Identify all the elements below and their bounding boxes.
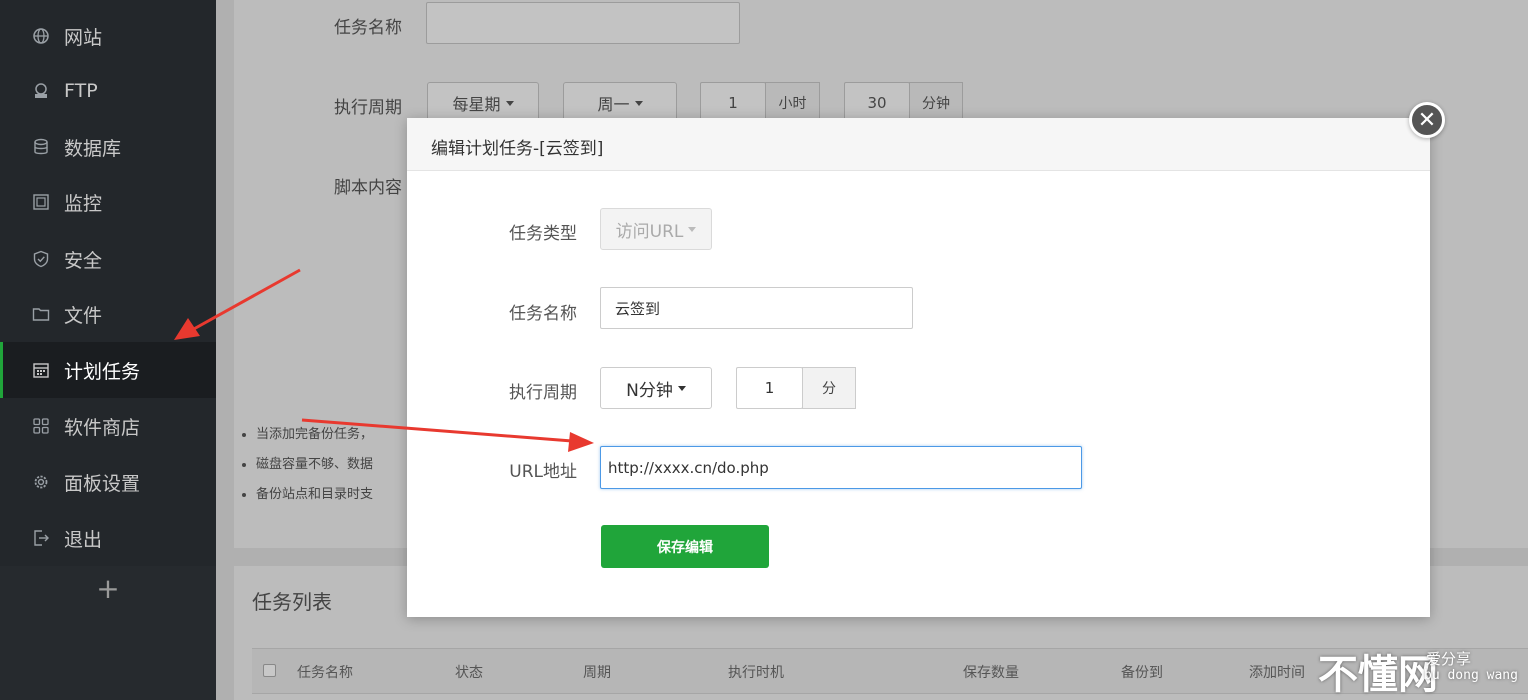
logout-icon — [32, 529, 50, 547]
sidebar-item-settings[interactable]: 面板设置 — [0, 454, 216, 510]
bg-period-type-text: 每星期 — [452, 95, 501, 114]
watermark-title: 不懂网 — [1318, 652, 1438, 698]
sidebar-menu: 网站 FTP 数据库 监控 安全 文件 计划任务 软件商店 面板设置 退出 — [0, 0, 216, 566]
task-name-input[interactable]: 云签到 — [600, 287, 913, 329]
watermark-pinyin: bu dong wang — [1424, 668, 1518, 683]
period-value-input[interactable]: 1 — [736, 367, 803, 409]
bg-task-name-input[interactable] — [426, 2, 740, 44]
note-item: 磁盘容量不够、数据 — [256, 450, 373, 480]
modal-title: 编辑计划任务-[云签到] — [431, 139, 604, 159]
col-period[interactable]: 周期 — [583, 662, 611, 682]
sidebar-item-label: 面板设置 — [64, 472, 141, 495]
bg-weekday-text: 周一 — [597, 95, 630, 114]
sidebar-item-database[interactable]: 数据库 — [0, 119, 216, 175]
calendar-icon — [32, 361, 50, 379]
bg-task-name-label: 任务名称 — [334, 18, 402, 38]
col-added-time[interactable]: 添加时间 — [1249, 662, 1305, 682]
period-value: 1 — [764, 379, 775, 397]
sidebar-item-security[interactable]: 安全 — [0, 231, 216, 287]
sidebar: 网站 FTP 数据库 监控 安全 文件 计划任务 软件商店 面板设置 退出 + — [0, 0, 216, 700]
shield-icon — [32, 250, 50, 268]
url-label: URL地址 — [509, 462, 577, 482]
sidebar-item-store[interactable]: 软件商店 — [0, 398, 216, 454]
select-all-checkbox[interactable] — [263, 664, 276, 677]
ftp-icon — [32, 82, 50, 100]
sidebar-item-ftp[interactable]: FTP — [0, 63, 216, 119]
task-type-label: 任务类型 — [509, 224, 577, 244]
sidebar-item-cron[interactable]: 计划任务 — [0, 342, 216, 398]
sidebar-item-label: 监控 — [64, 192, 103, 215]
task-type-value: 访问URL — [615, 221, 684, 242]
col-save-count[interactable]: 保存数量 — [963, 662, 1019, 682]
sidebar-item-files[interactable]: 文件 — [0, 286, 216, 342]
save-edit-button[interactable]: 保存编辑 — [601, 525, 769, 568]
sidebar-item-label: 软件商店 — [64, 416, 141, 439]
sidebar-item-website[interactable]: 网站 — [0, 8, 216, 64]
bg-period-label: 执行周期 — [334, 98, 402, 118]
sidebar-item-label: 数据库 — [64, 137, 122, 160]
bg-minute-value: 30 — [867, 94, 887, 112]
col-exec-time[interactable]: 执行时机 — [728, 662, 784, 682]
url-input[interactable]: http://xxxx.cn/do.php — [600, 446, 1082, 489]
sidebar-item-label: FTP — [64, 80, 98, 102]
caret-down-icon — [688, 226, 697, 232]
col-task-name[interactable]: 任务名称 — [297, 662, 353, 682]
period-type-dropdown[interactable]: N分钟 — [600, 367, 712, 409]
bg-script-label: 脚本内容 — [334, 178, 402, 198]
edit-task-modal: 编辑计划任务-[云签到] — [407, 118, 1430, 617]
period-label: 执行周期 — [509, 383, 577, 403]
caret-down-icon — [505, 100, 514, 106]
caret-down-icon — [634, 100, 643, 106]
note-item: 备份站点和目录时支 — [256, 480, 373, 510]
grid-icon — [32, 417, 50, 435]
col-backup-to[interactable]: 备份到 — [1121, 662, 1163, 682]
period-unit: 分 — [802, 367, 856, 409]
sidebar-item-logout[interactable]: 退出 — [0, 510, 216, 566]
sidebar-item-label: 文件 — [64, 304, 103, 327]
folder-icon — [32, 305, 50, 323]
note-item: 当添加完备份任务， — [256, 420, 373, 450]
caret-down-icon — [677, 385, 686, 391]
task-type-select: 访问URL — [600, 208, 712, 250]
add-shortcut-button[interactable]: + — [0, 572, 216, 605]
sidebar-item-label: 安全 — [64, 249, 103, 272]
close-icon: ✕ — [1417, 107, 1437, 133]
database-icon — [32, 138, 50, 156]
task-name-label: 任务名称 — [509, 304, 577, 324]
period-type-value: N分钟 — [626, 380, 673, 401]
sidebar-item-label: 退出 — [64, 528, 103, 551]
notes-list: 当添加完备份任务， 磁盘容量不够、数据 备份站点和目录时支 — [256, 420, 373, 510]
task-list-title: 任务列表 — [252, 590, 332, 614]
url-value: http://xxxx.cn/do.php — [608, 458, 769, 477]
col-status[interactable]: 状态 — [455, 662, 483, 682]
sidebar-item-label: 计划任务 — [64, 360, 141, 383]
gear-icon — [32, 473, 50, 491]
sidebar-item-label: 网站 — [64, 26, 103, 49]
task-name-value: 云签到 — [615, 299, 661, 318]
modal-header: 编辑计划任务-[云签到] — [407, 118, 1430, 171]
bg-hour-value: 1 — [728, 94, 738, 112]
sidebar-item-monitor[interactable]: 监控 — [0, 174, 216, 230]
watermark-slogan: 爱分享 — [1426, 650, 1472, 668]
close-modal-button[interactable]: ✕ — [1409, 102, 1445, 138]
globe-icon — [32, 27, 50, 45]
monitor-icon — [32, 193, 50, 211]
